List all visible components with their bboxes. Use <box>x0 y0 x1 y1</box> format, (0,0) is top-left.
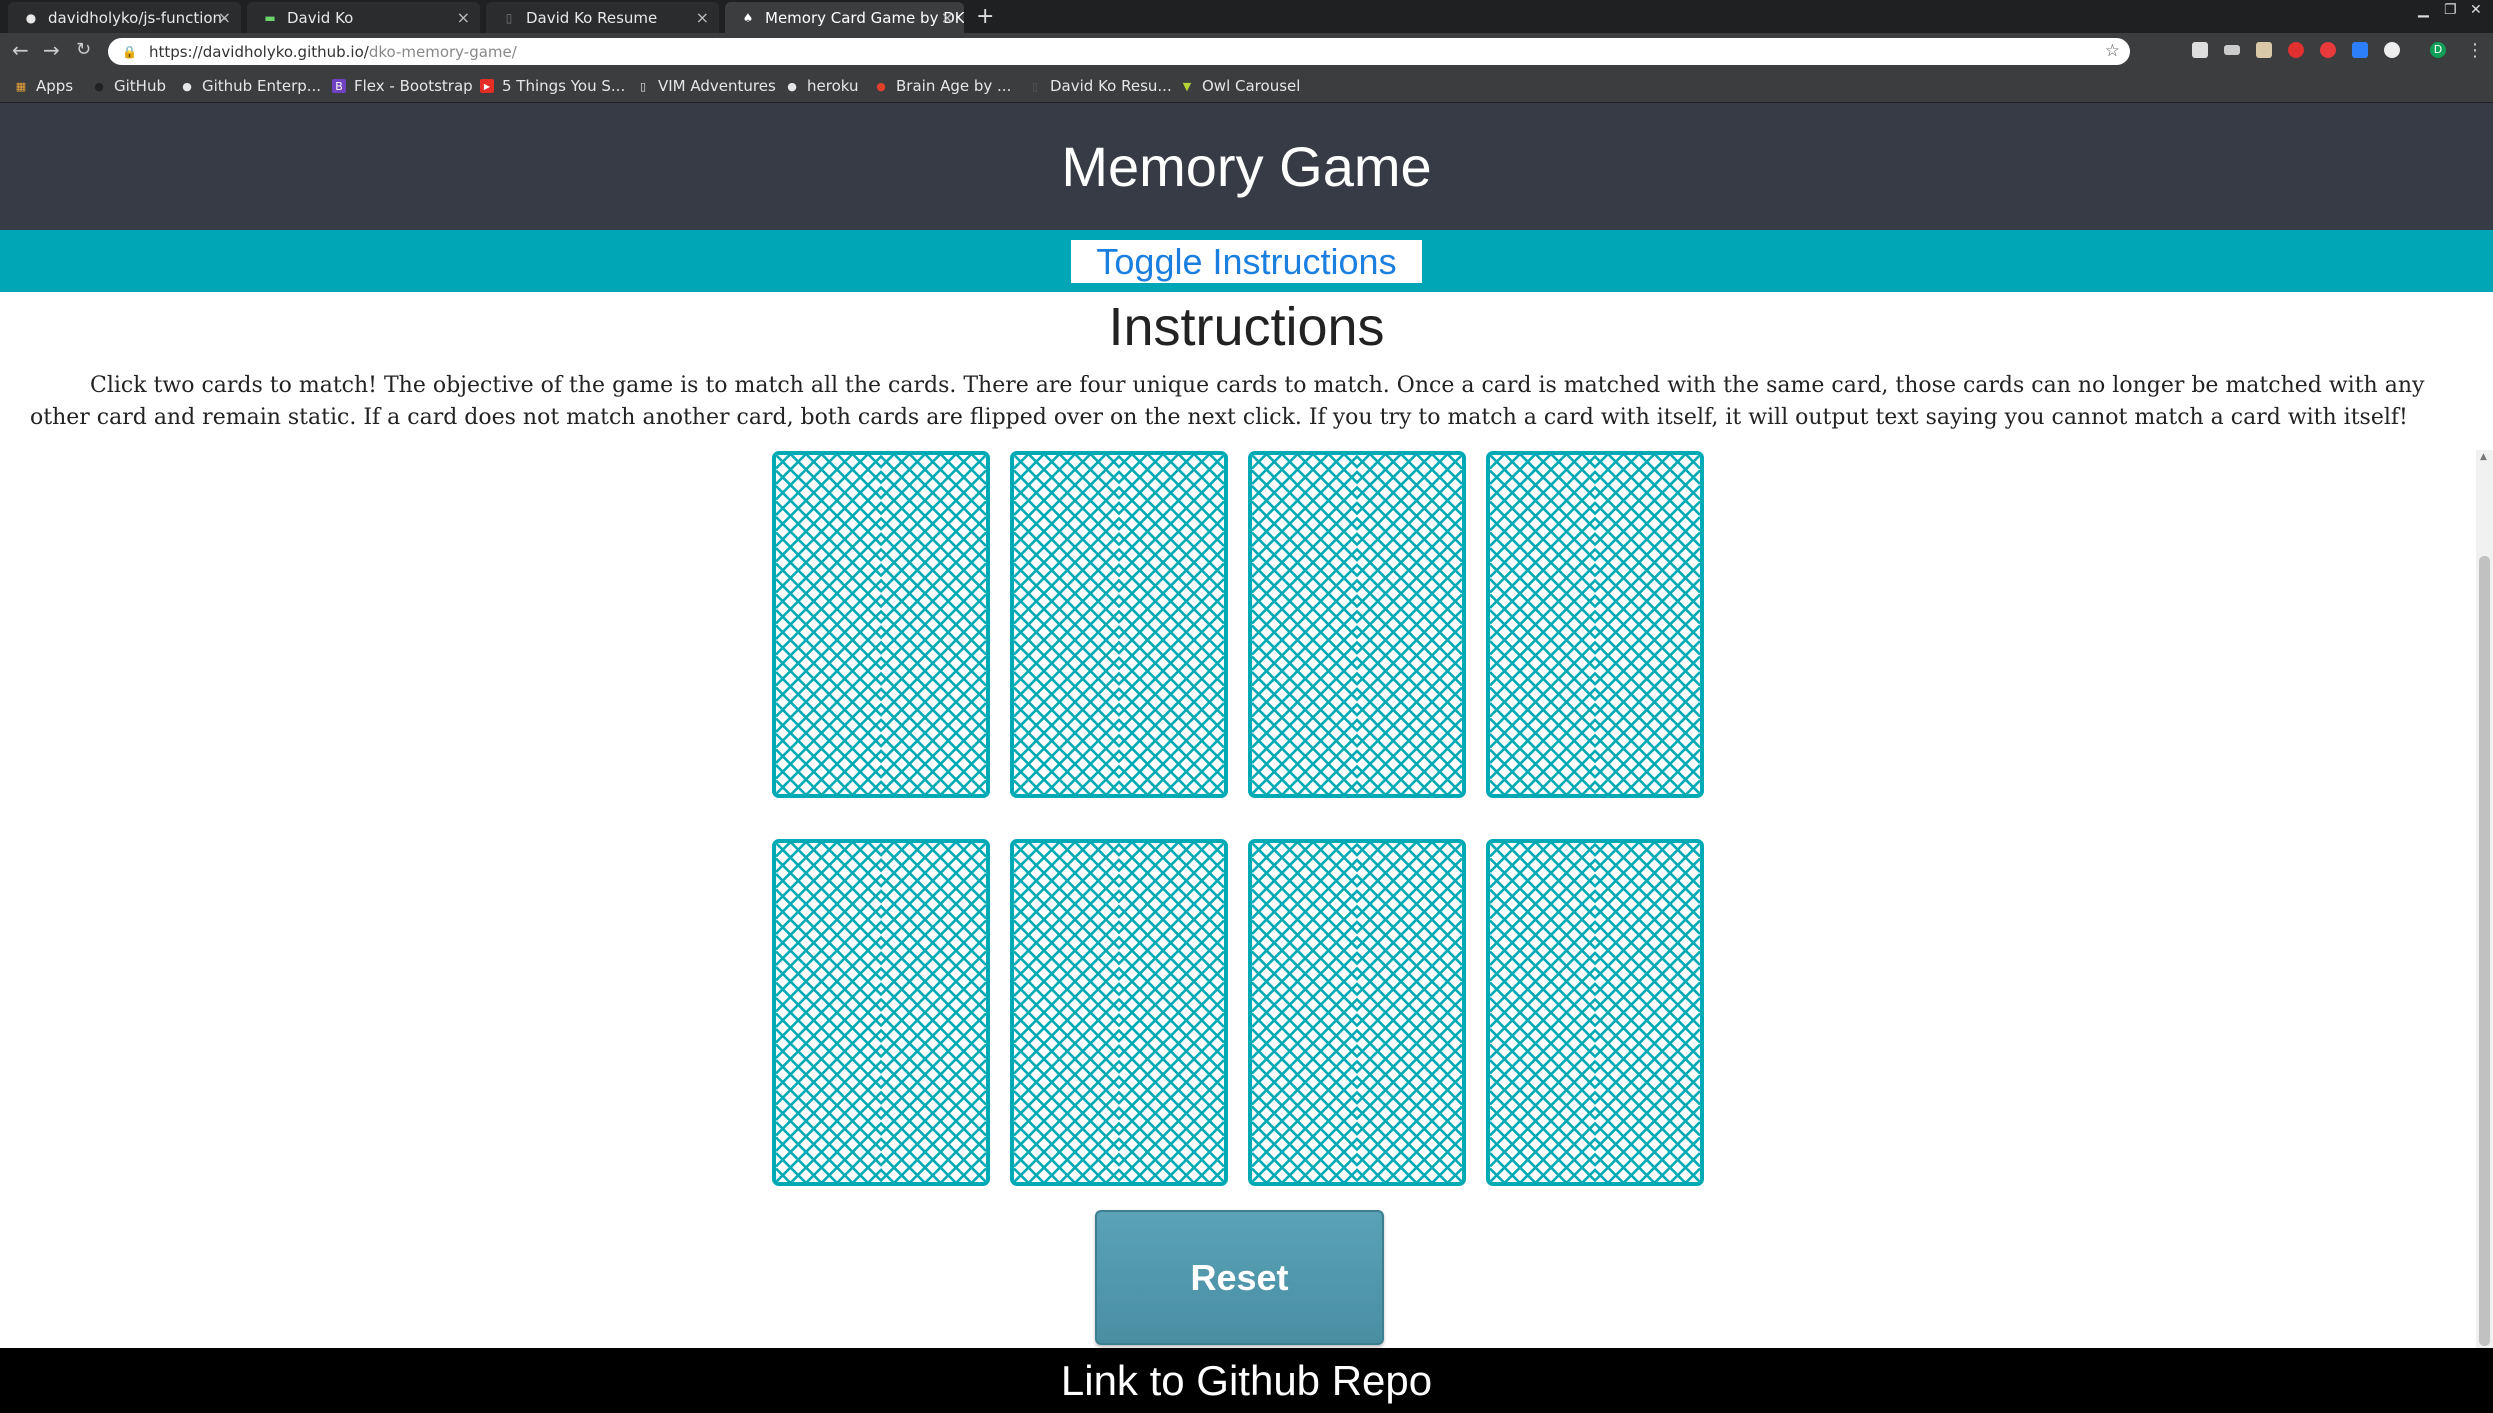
bookmark-label: heroku <box>807 77 859 95</box>
bootstrap-icon: B <box>332 79 346 93</box>
tab-title: davidholyko/js-function- <box>48 8 228 27</box>
close-tab-icon[interactable]: × <box>457 8 470 27</box>
browser-tab-1[interactable]: ● davidholyko/js-function- × <box>8 2 241 33</box>
card-back-pattern <box>1252 843 1462 1182</box>
site-icon: ▬ <box>264 10 276 25</box>
owl-icon: ▼ <box>1182 79 1192 93</box>
card-back-pattern <box>1014 843 1224 1182</box>
instructions-heading: Instructions <box>1108 297 1385 357</box>
toggle-bar: Toggle Instructions <box>0 230 2493 292</box>
bookmark-label: GitHub <box>114 77 166 95</box>
bookmark-brain-age[interactable]: ● Brain Age by ... <box>874 77 1011 95</box>
close-tab-icon[interactable]: × <box>941 8 954 27</box>
forward-icon[interactable]: → <box>43 38 60 62</box>
github-repo-link[interactable]: Link to Github Repo <box>1061 1357 1432 1405</box>
memory-card[interactable] <box>1010 839 1228 1186</box>
brain-icon: ● <box>876 79 886 93</box>
card-back-pattern <box>1490 455 1700 794</box>
memory-card[interactable] <box>1248 839 1466 1186</box>
bookmark-label: Owl Carousel <box>1202 77 1301 95</box>
tab-title: David Ko Resume <box>526 8 658 27</box>
url-host: https://davidholyko.github.io/ <box>148 42 369 61</box>
dropbox-icon[interactable] <box>2352 42 2368 58</box>
bookmark-star-icon[interactable]: ☆ <box>2105 41 2120 61</box>
extension-stop-icon[interactable] <box>2320 42 2336 58</box>
extension-chat-icon[interactable] <box>2192 42 2208 58</box>
card-back-pattern <box>1252 455 1462 794</box>
bookmark-label: David Ko Resu... <box>1050 77 1172 95</box>
tab-title: Memory Card Game by DK <box>765 8 964 27</box>
close-tab-icon[interactable]: × <box>696 8 709 27</box>
browser-tab-4-active[interactable]: ♠ Memory Card Game by DK × <box>725 2 964 33</box>
github-icon: ● <box>94 79 104 93</box>
tab-title: David Ko <box>287 8 354 27</box>
page-footer: Link to Github Repo <box>0 1348 2493 1413</box>
bookmark-label: Flex - Bootstrap <box>354 77 473 95</box>
bookmark-github-enterprise[interactable]: ● Github Enterp... <box>180 77 321 95</box>
page-icon: ▯ <box>639 79 647 93</box>
card-back-pattern <box>1490 843 1700 1182</box>
memory-card[interactable] <box>1486 839 1704 1186</box>
close-window-icon[interactable]: ✕ <box>2470 2 2482 18</box>
bookmark-5-things[interactable]: ▶ 5 Things You S... <box>480 77 625 95</box>
toggle-instructions-button[interactable]: Toggle Instructions <box>1071 240 1422 283</box>
bookmark-owl-carousel[interactable]: ▼ Owl Carousel <box>1180 77 1301 95</box>
extension-notes-icon[interactable] <box>2256 42 2272 58</box>
profile-avatar[interactable]: D <box>2430 42 2446 58</box>
extension-card-icon[interactable] <box>2224 45 2240 55</box>
browser-tab-bar: ● davidholyko/js-function- × ▬ David Ko … <box>0 0 2493 33</box>
bookmark-heroku[interactable]: ● heroku <box>785 77 858 95</box>
restore-icon[interactable]: ❐ <box>2444 2 2457 18</box>
browser-tab-2[interactable]: ▬ David Ko × <box>247 2 480 33</box>
bookmark-flex-bootstrap[interactable]: B Flex - Bootstrap <box>332 77 473 95</box>
browser-toolbar: ← → ↻ 🔒 https://davidholyko.github.io/ d… <box>0 33 2493 70</box>
lock-icon: 🔒 <box>122 44 137 59</box>
bookmark-label: 5 Things You S... <box>502 77 626 95</box>
new-tab-icon[interactable]: + <box>976 4 994 29</box>
card-back-pattern <box>1014 455 1224 794</box>
address-bar[interactable]: 🔒 https://davidholyko.github.io/ dko-mem… <box>108 38 2130 65</box>
minimize-icon[interactable]: ▁ <box>2418 2 2429 18</box>
extension-circle-icon[interactable] <box>2384 42 2400 58</box>
bookmark-label: Github Enterp... <box>202 77 322 95</box>
doc-icon: ▯ <box>1031 79 1039 93</box>
page-title: Memory Game <box>1061 135 1432 198</box>
github-icon: ● <box>182 79 192 93</box>
extension-red-icon[interactable] <box>2288 42 2304 58</box>
memory-card[interactable] <box>772 451 990 798</box>
scrollbar-thumb[interactable] <box>2479 556 2490 1346</box>
bookmark-david-ko-resume[interactable]: ▯ David Ko Resu... <box>1028 77 1172 95</box>
page-header: Memory Game <box>0 103 2493 230</box>
memory-card[interactable] <box>1010 451 1228 798</box>
reload-icon[interactable]: ↻ <box>76 39 91 60</box>
bookmark-label: Brain Age by ... <box>896 77 1012 95</box>
memory-card[interactable] <box>1248 451 1466 798</box>
github-icon: ● <box>787 79 797 93</box>
memory-card[interactable] <box>772 839 990 1186</box>
browser-tab-3[interactable]: ▯ David Ko Resume × <box>486 2 719 33</box>
bookmark-label: VIM Adventures <box>658 77 776 95</box>
instructions-text: Click two cards to match! The objective … <box>30 373 2425 430</box>
scroll-up-arrow-icon[interactable]: ▲ <box>2480 452 2487 462</box>
bookmark-github[interactable]: ● GitHub <box>92 77 166 95</box>
reset-button[interactable]: Reset <box>1095 1210 1384 1345</box>
apps-grid-icon: ▦ <box>15 79 27 93</box>
back-icon[interactable]: ← <box>12 38 29 62</box>
github-icon: ● <box>25 10 37 25</box>
close-tab-icon[interactable]: × <box>218 8 231 27</box>
bookmark-apps[interactable]: ▦ Apps <box>14 77 73 95</box>
youtube-icon: ▶ <box>480 79 494 93</box>
spade-icon: ♠ <box>742 10 754 25</box>
doc-icon: ▯ <box>505 10 513 25</box>
bookmarks-bar: ▦ Apps ● GitHub ● Github Enterp... B Fle… <box>0 70 2493 103</box>
card-back-pattern <box>776 843 986 1182</box>
page-scrollbar[interactable]: ▲ <box>2476 450 2493 1348</box>
card-back-pattern <box>776 455 986 794</box>
url-path: dko-memory-game/ <box>368 42 517 61</box>
memory-card[interactable] <box>1486 451 1704 798</box>
bookmark-label: Apps <box>36 77 74 95</box>
menu-kebab-icon[interactable]: ⋮ <box>2466 40 2484 61</box>
bookmark-vim-adventures[interactable]: ▯ VIM Adventures <box>636 77 776 95</box>
